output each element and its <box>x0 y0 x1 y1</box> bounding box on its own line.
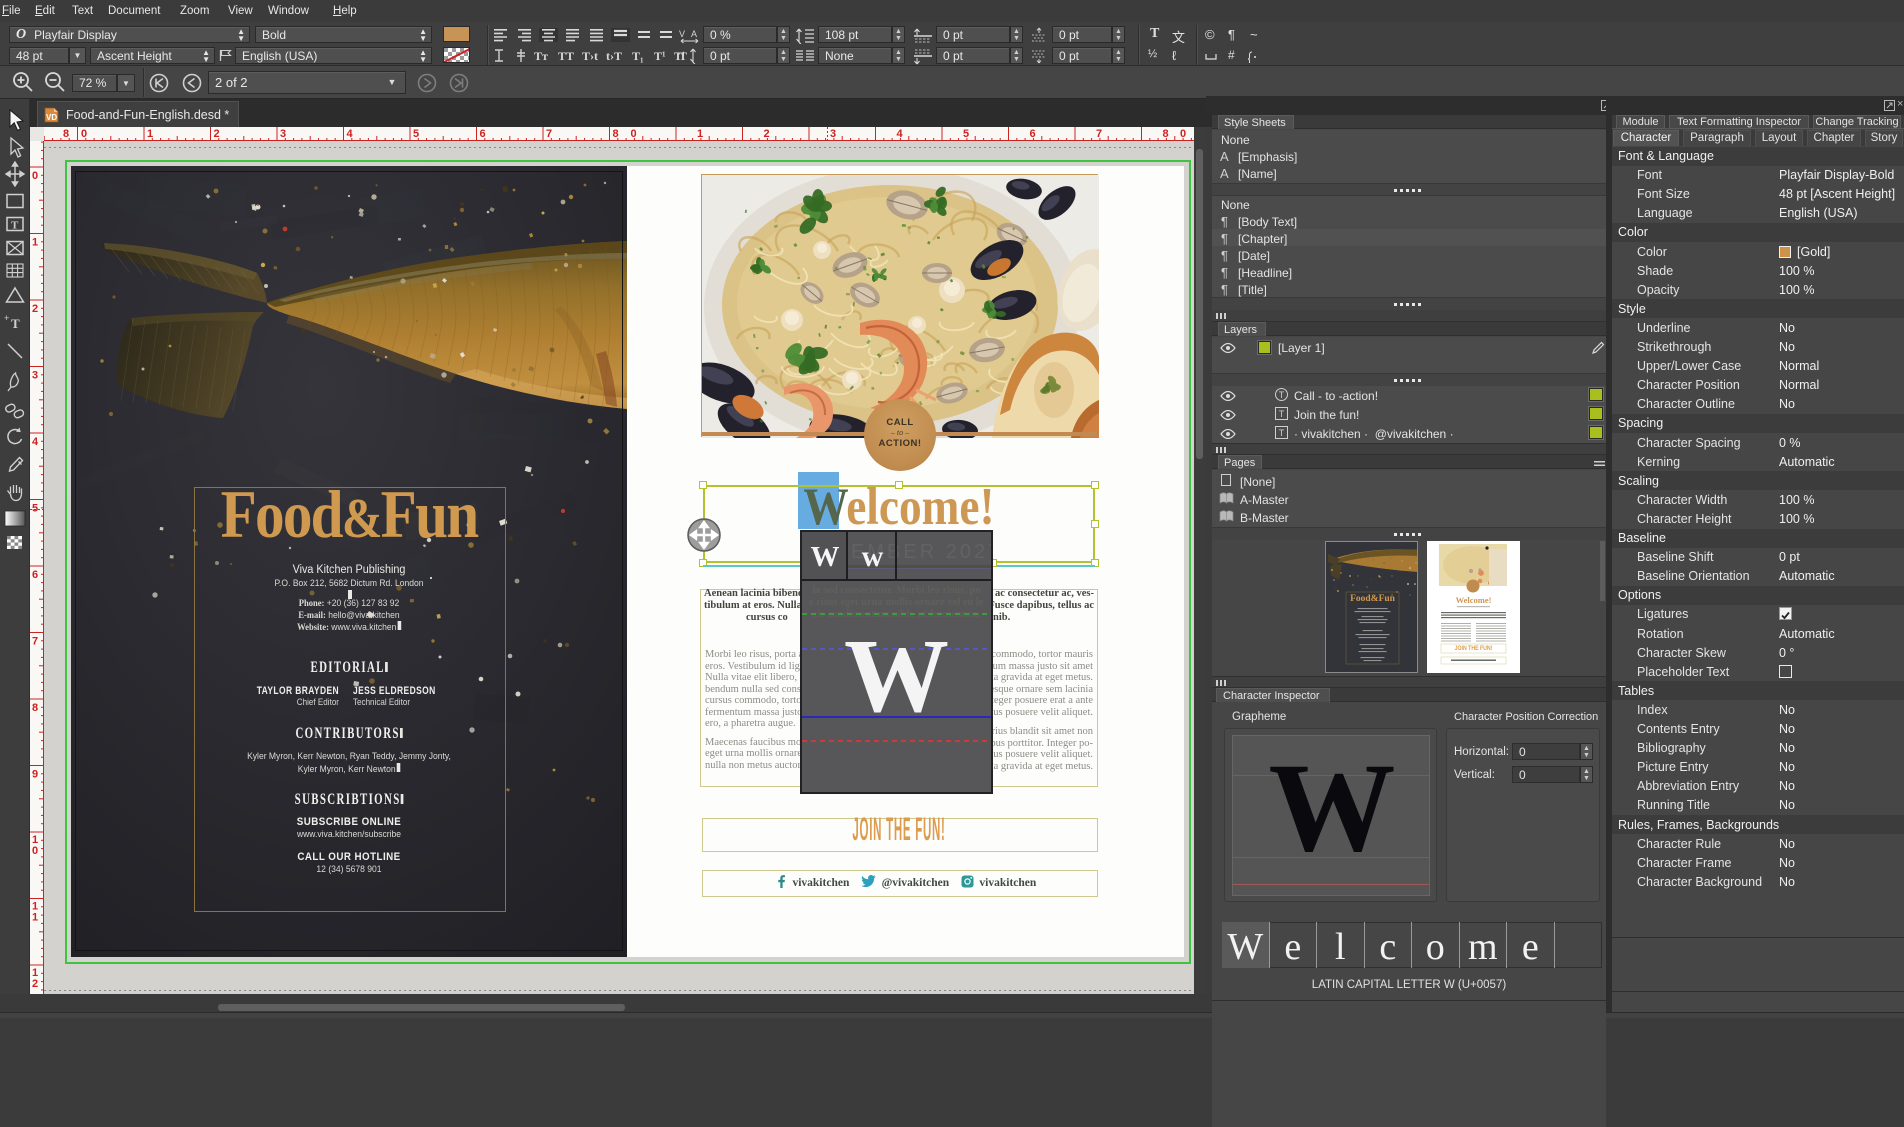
svg-text:2: 2 <box>214 128 220 140</box>
svg-text:3: 3 <box>830 128 836 140</box>
svg-text:6: 6 <box>32 569 38 581</box>
svg-text:T›t: T›t <box>582 49 598 63</box>
svg-text:6: 6 <box>480 128 486 140</box>
svg-text:7: 7 <box>32 636 38 648</box>
svg-text:Welcome!: Welcome! <box>1456 595 1492 605</box>
svg-text:1: 1 <box>147 128 153 140</box>
svg-text:5: 5 <box>963 128 969 140</box>
svg-text:8: 8 <box>63 128 69 140</box>
svg-text:T₁: T₁ <box>632 49 644 63</box>
svg-text:0: 0 <box>32 170 38 182</box>
svg-text:0: 0 <box>631 128 637 140</box>
svg-text:Food&Fun: Food&Fun <box>1350 594 1396 604</box>
svg-text:0: 0 <box>81 128 87 140</box>
svg-text:T: T <box>11 316 20 331</box>
svg-text:3: 3 <box>280 128 286 140</box>
svg-text:VD: VD <box>46 113 57 122</box>
svg-text:6: 6 <box>1030 128 1036 140</box>
svg-text:A: A <box>691 29 697 39</box>
svg-text:+: + <box>4 313 9 323</box>
svg-text:9: 9 <box>32 769 38 781</box>
svg-text:4: 4 <box>897 128 904 140</box>
svg-text:T: T <box>11 220 19 232</box>
svg-text:8: 8 <box>613 128 619 140</box>
svg-text:2: 2 <box>32 303 38 315</box>
svg-text:8: 8 <box>32 702 38 714</box>
svg-text:T: T <box>679 49 687 63</box>
svg-text:7: 7 <box>546 128 552 140</box>
svg-text:0: 0 <box>1180 128 1186 140</box>
svg-text:7: 7 <box>1096 128 1102 140</box>
svg-text:1: 1 <box>32 912 38 924</box>
svg-text:4: 4 <box>347 128 354 140</box>
svg-text:5: 5 <box>413 128 419 140</box>
svg-text:3: 3 <box>32 370 38 382</box>
svg-text:4: 4 <box>32 436 39 448</box>
svg-text:T¹: T¹ <box>654 49 666 63</box>
svg-text:Tт: Tт <box>534 49 548 63</box>
svg-text:1: 1 <box>32 237 38 249</box>
svg-text:t›T: t›T <box>606 49 622 63</box>
svg-text:JOIN THE FUN!: JOIN THE FUN! <box>1455 646 1493 653</box>
svg-text:0: 0 <box>32 845 38 857</box>
svg-text:8: 8 <box>1163 128 1169 140</box>
svg-text:V: V <box>679 29 685 39</box>
svg-text:2: 2 <box>764 128 770 140</box>
svg-text:2: 2 <box>32 978 38 990</box>
svg-text:TT: TT <box>558 49 574 63</box>
svg-text:1: 1 <box>697 128 703 140</box>
